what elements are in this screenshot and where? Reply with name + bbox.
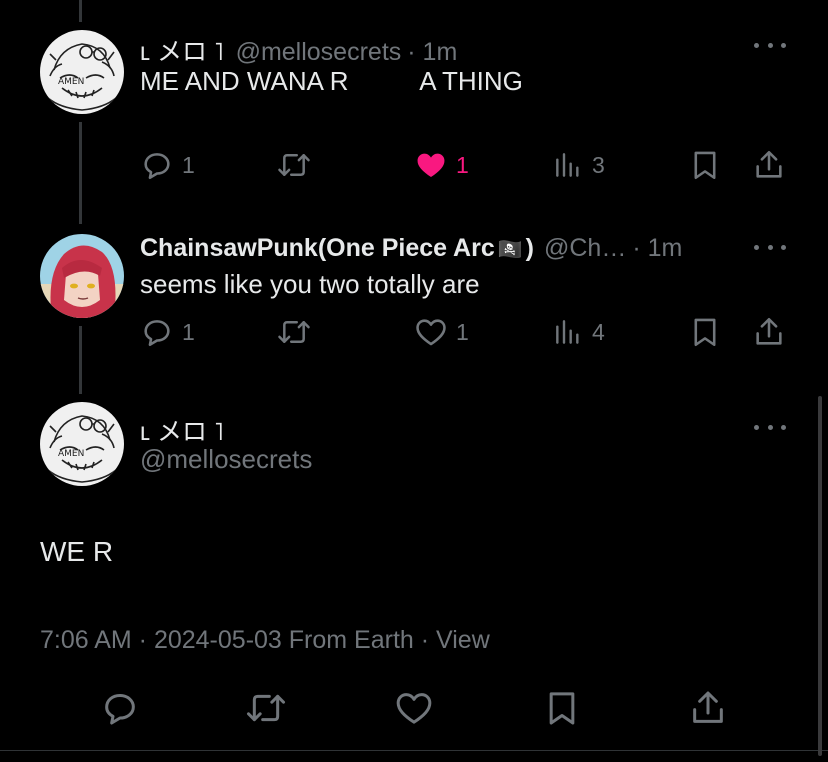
bookmark-icon — [694, 151, 716, 180]
pirate-flag-emoji: 🏴‍☠️ — [497, 239, 523, 261]
more-options-icon[interactable] — [754, 40, 786, 50]
like-count: 1 — [456, 151, 469, 178]
divider — [0, 750, 828, 751]
tweet-text: ME AND WANA R A THING — [140, 66, 523, 96]
share-button[interactable] — [688, 688, 728, 728]
share-button[interactable] — [752, 315, 786, 349]
avatar[interactable] — [40, 234, 124, 318]
views-count: 3 — [592, 151, 605, 178]
reply-icon — [144, 153, 170, 180]
views-icon — [556, 320, 579, 344]
svg-text:AMEN: AMEN — [58, 449, 84, 459]
heart-icon — [416, 319, 446, 346]
svg-text:AMEN: AMEN — [58, 77, 84, 87]
share-icon — [756, 317, 782, 345]
main-display-name[interactable]: ʟ メロ ˥ — [140, 412, 224, 448]
reply-button[interactable] — [100, 688, 140, 728]
like-button[interactable]: 1 — [414, 315, 469, 349]
tweet-2-header: ChainsawPunk(One Piece Arc 🏴‍☠️ ) @Ch… ·… — [140, 234, 682, 263]
timestamp[interactable]: · 1m — [632, 234, 682, 263]
reply-button[interactable]: 1 — [140, 148, 195, 182]
avatar[interactable]: AMEN — [40, 402, 124, 486]
tweet-meta: 7:06 AM · 2024-05-03 From Earth · View — [40, 626, 490, 654]
thread-line-top — [79, 0, 82, 22]
display-name[interactable]: ChainsawPunk(One Piece Arc — [140, 234, 495, 263]
retweet-icon — [278, 321, 310, 343]
main-user-handle[interactable]: @mellosecrets — [140, 444, 312, 475]
views-button[interactable]: 3 — [552, 148, 605, 182]
thread-line-2 — [79, 326, 82, 394]
display-name[interactable]: ʟ メロ ˥ — [140, 32, 224, 68]
display-name-end: ) — [525, 234, 534, 262]
bookmark-button[interactable] — [542, 688, 582, 728]
bookmark-icon — [694, 318, 716, 347]
reply-icon — [105, 694, 135, 725]
reply-count: 1 — [182, 151, 195, 178]
share-icon — [693, 691, 723, 723]
user-handle[interactable]: @mellosecrets — [236, 38, 402, 67]
more-options-icon[interactable] — [754, 422, 786, 432]
retweet-button[interactable] — [276, 315, 320, 349]
main-tweet-text: WE R — [40, 536, 114, 567]
more-options-icon[interactable] — [754, 242, 786, 252]
share-icon — [756, 150, 782, 178]
retweet-button[interactable] — [276, 148, 320, 182]
views-count: 4 — [592, 318, 605, 345]
share-button[interactable] — [752, 148, 786, 182]
avatar[interactable]: AMEN — [40, 30, 124, 114]
tweet-1-header: ʟ メロ ˥ @mellosecrets · 1m — [140, 32, 457, 68]
reply-icon — [144, 320, 170, 347]
heart-icon — [396, 693, 432, 724]
reply-button[interactable]: 1 — [140, 315, 195, 349]
views-icon — [556, 153, 579, 177]
retweet-icon — [278, 154, 310, 176]
bookmark-icon — [549, 692, 575, 725]
views-button[interactable]: 4 — [552, 315, 605, 349]
like-button[interactable] — [394, 688, 434, 728]
like-button[interactable]: 1 — [414, 148, 469, 182]
bookmark-button[interactable] — [688, 315, 722, 349]
thread-line-1 — [79, 122, 82, 224]
user-handle[interactable]: @Ch… — [544, 234, 626, 263]
bookmark-button[interactable] — [688, 148, 722, 182]
retweet-icon — [247, 694, 285, 722]
reply-count: 1 — [182, 318, 195, 345]
scrollbar[interactable] — [818, 396, 822, 756]
like-count: 1 — [456, 318, 469, 345]
tweet-text: seems like you two totally are — [140, 269, 480, 299]
retweet-button[interactable] — [244, 688, 288, 728]
heart-filled-icon — [417, 153, 445, 178]
timestamp[interactable]: · 1m — [407, 38, 457, 67]
